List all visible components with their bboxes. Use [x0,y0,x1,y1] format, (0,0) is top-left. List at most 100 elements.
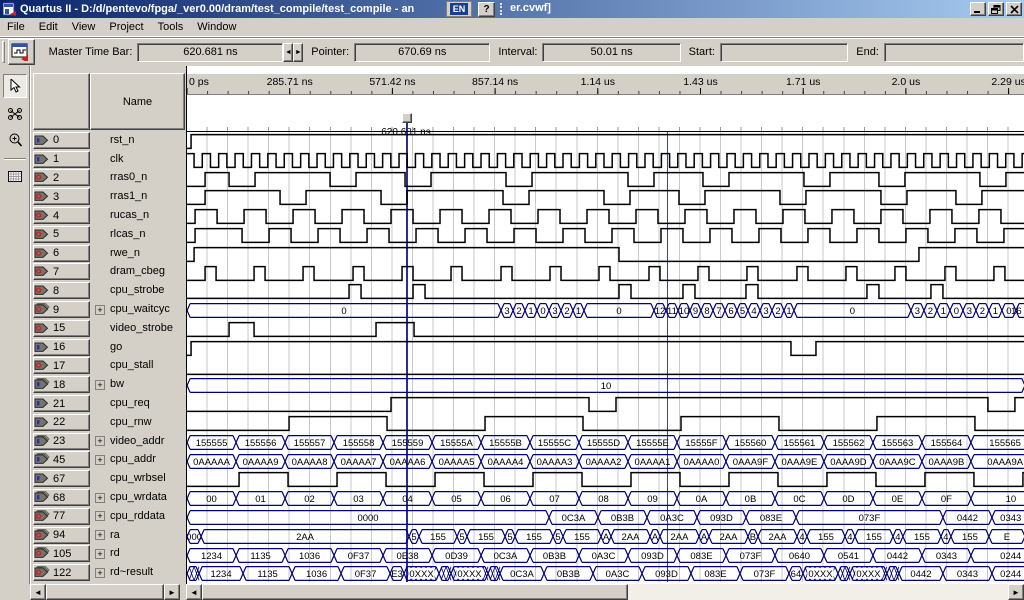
signal-row-rlcas_n[interactable]: 5rlcas_n [31,225,187,244]
left-tool-palette [0,66,30,600]
waveform-editor-button[interactable] [8,39,35,65]
svg-text:0AAAA2: 0AAAA2 [586,457,622,468]
signal-row-cpu_rnw[interactable]: 22cpu_rnw [31,413,187,432]
signal-select-button[interactable]: 2 [33,169,90,186]
signal-row-ra[interactable]: 94+ra [31,526,187,545]
expand-icon[interactable]: + [95,493,105,503]
expand-icon[interactable]: + [95,530,105,540]
expand-icon[interactable]: + [95,305,105,315]
menu-view[interactable]: View [65,19,103,35]
expand-icon[interactable]: + [95,436,105,446]
menu-edit[interactable]: Edit [32,19,65,35]
signal-select-button[interactable]: 3 [33,188,90,205]
name-scrollbar-thumb[interactable] [46,584,164,600]
signal-row-video_strobe[interactable]: 15video_strobe [31,319,187,338]
title-bar[interactable]: Quartus II - D:/d/pentevo/fpga/_ver0.00/… [0,0,1024,18]
signal-row-rras0_n[interactable]: 2rras0_n [31,169,187,188]
signal-row-dram_cbeg[interactable]: 7dram_cbeg [31,263,187,282]
signal-select-button[interactable]: 45 [33,451,90,468]
signal-select-button[interactable]: 17 [33,357,90,374]
signal-select-button[interactable]: 6 [33,245,90,262]
signal-row-rwe_n[interactable]: 6rwe_n [31,244,187,263]
signal-select-button[interactable]: 77 [33,508,90,525]
expand-icon[interactable]: + [95,455,105,465]
selection-tool-button[interactable] [3,74,27,98]
menu-tools[interactable]: Tools [151,19,191,35]
name-scroll-right-button[interactable]: ► [164,584,180,600]
menu-project[interactable]: Project [102,19,150,35]
signal-select-button[interactable]: 7 [33,263,90,280]
expand-icon[interactable]: + [95,549,105,559]
signal-row-cpu_stall[interactable]: 17cpu_stall [31,357,187,376]
signal-row-rd[interactable]: 105+rd [31,545,187,564]
expand-icon[interactable]: + [95,568,105,578]
signal-row-cpu_addr[interactable]: 45+cpu_addr [31,451,187,470]
signal-row-go[interactable]: 16go [31,338,187,357]
menu-file[interactable]: File [0,19,32,35]
signal-row-rras1_n[interactable]: 3rras1_n [31,187,187,206]
svg-text:0C3A: 0C3A [562,513,586,524]
signal-row-clk[interactable]: 1clk [31,150,187,169]
signal-row-rst_n[interactable]: 0rst_n [31,131,187,150]
signal-select-button[interactable]: 9 [33,301,90,318]
signal-select-button[interactable]: 15 [33,320,90,337]
signal-row-bw[interactable]: 18+bw [31,375,187,394]
output-pin-icon [34,547,51,560]
expand-icon[interactable]: + [95,380,105,390]
signal-row-rucas_n[interactable]: 4rucas_n [31,206,187,225]
waveform-rows[interactable]: 0321032101211109876543210321032101610155… [187,131,1024,582]
time-ruler[interactable]: 0 ps285.71 ns571.42 ns857.14 ns1.14 us1.… [187,73,1024,95]
signal-select-button[interactable]: 5 [33,226,90,243]
signal-row-cpu_waitcyc[interactable]: 9+cpu_waitcyc [31,300,187,319]
expand-icon[interactable]: + [95,511,105,521]
signal-select-button[interactable]: 68 [33,489,90,506]
signal-row-video_addr[interactable]: 23+video_addr [31,432,187,451]
signal-row-cpu_wrdata[interactable]: 68+cpu_wrdata [31,488,187,507]
signal-row-cpu_strobe[interactable]: 8cpu_strobe [31,281,187,300]
signal-select-button[interactable]: 0 [33,132,90,149]
signal-select-button[interactable]: 16 [33,339,90,356]
signal-select-button[interactable]: 21 [33,395,90,412]
time-bar-tool-button[interactable] [3,102,27,126]
name-scroll-left-button[interactable]: ◄ [30,584,46,600]
svg-text:083E: 083E [690,551,712,562]
wave-scroll-right-button[interactable]: ► [1008,584,1024,600]
signal-row-rd~result[interactable]: 122+rd~result [31,563,187,582]
signal-select-button[interactable]: 94 [33,527,90,544]
time-bar-handle[interactable] [402,113,412,123]
signal-select-button[interactable]: 4 [33,207,90,224]
svg-text:0A3C: 0A3C [660,513,684,524]
svg-text:2: 2 [980,306,985,317]
time-bar-prev-button[interactable]: ◄ [283,43,293,62]
signal-select-button[interactable]: 67 [33,470,90,487]
signal-select-button[interactable]: 1 [33,151,90,168]
output-pin-icon [34,265,51,278]
time-bar-next-button[interactable]: ► [293,43,303,62]
close-button[interactable] [1006,2,1022,16]
language-bar[interactable]: EN [446,1,472,17]
restore-button[interactable] [988,2,1004,16]
language-help-button[interactable]: ? [478,2,495,17]
svg-text:03: 03 [353,494,364,505]
time-bar-strip[interactable]: 620.681 ns [187,95,1024,131]
signal-select-button[interactable]: 122 [33,564,90,581]
grid-tool-button[interactable] [3,164,27,188]
svg-text:155565: 155565 [989,438,1021,449]
wave-scrollbar-thumb[interactable] [202,584,628,600]
signal-row-cpu_req[interactable]: 21cpu_req [31,394,187,413]
signal-select-button[interactable]: 22 [33,414,90,431]
signal-select-button[interactable]: 18 [33,376,90,393]
waveform-panel[interactable]: 0 ps285.71 ns571.42 ns857.14 ns1.14 us1.… [186,66,1024,584]
signal-select-button[interactable]: 8 [33,282,90,299]
signal-row-cpu_wrbsel[interactable]: 67cpu_wrbsel [31,469,187,488]
wave-scroll-left-button[interactable]: ◄ [186,584,202,600]
master-time-bar-field[interactable]: 620.681 ns [137,43,283,62]
menu-window[interactable]: Window [190,19,243,35]
minimize-button[interactable] [970,2,986,16]
zoom-tool-button[interactable] [3,128,27,152]
signal-select-button[interactable]: 23 [33,433,90,450]
signal-select-button[interactable]: 105 [33,545,90,562]
signal-row-cpu_rddata[interactable]: 77+cpu_rddata [31,507,187,526]
toolbar-grip[interactable] [2,41,5,63]
language-bar-grip[interactable] [500,3,504,15]
